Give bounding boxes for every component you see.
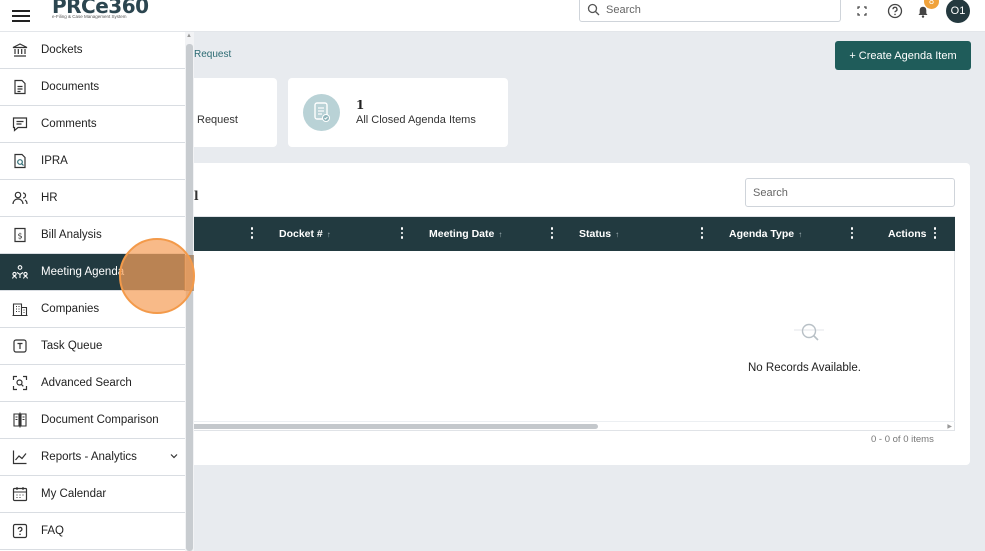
sidebar-item-label: Documents: [41, 81, 100, 93]
pager-info: 0 - 0 of 0 items: [871, 434, 934, 445]
sidebar-item-task-queue[interactable]: Task Queue: [0, 328, 185, 365]
sidebar-item-dockets[interactable]: Dockets: [0, 32, 185, 69]
column-menu-icon[interactable]: [933, 227, 937, 241]
file-search-icon: [14, 153, 26, 169]
compare-icon: [13, 412, 27, 428]
summary-card-closed[interactable]: 1 All Closed Agenda Items: [288, 78, 508, 147]
summary-card-label: All Closed Agenda Items: [356, 114, 476, 126]
help-icon[interactable]: [886, 2, 904, 20]
sidebar-item-label: Reports - Analytics: [41, 451, 137, 463]
sidebar-item-reports-analytics[interactable]: Reports - Analytics: [0, 439, 185, 476]
logo-tagline: e-Filing & Case Management System: [52, 14, 127, 19]
grid-header: Docket # ↑ Meeting Date ↑ Status ↑ Agenda T…: [191, 217, 955, 251]
sidebar-item-label: Dockets: [41, 44, 83, 56]
sidebar-item-label: HR: [41, 192, 58, 204]
sidebar-item-ipra[interactable]: IPRA: [0, 143, 185, 180]
comment-icon: [12, 117, 28, 132]
column-menu-icon[interactable]: [700, 227, 704, 241]
bill-icon: $: [14, 227, 26, 243]
sidebar-item-label: Companies: [41, 303, 100, 315]
bank-icon: [12, 43, 28, 57]
fullscreen-icon[interactable]: [853, 2, 871, 20]
breadcrumb[interactable]: Request: [194, 49, 231, 60]
scroll-up-arrow-icon[interactable]: ▲: [186, 33, 192, 39]
column-header-docket[interactable]: Docket # ↑: [279, 217, 331, 251]
scrollbar-thumb[interactable]: [190, 424, 598, 429]
column-header-meeting-date[interactable]: Meeting Date ↑: [429, 217, 502, 251]
sidebar-item-label: Bill Analysis: [41, 229, 102, 241]
panel-title: l: [194, 189, 199, 203]
top-header: PRCe360 e-Filing & Case Management Syste…: [0, 0, 985, 32]
app-logo[interactable]: PRCe360 e-Filing & Case Management Syste…: [52, 0, 149, 22]
column-header-agenda-type[interactable]: Agenda Type ↑: [729, 217, 802, 251]
click-indicator: [119, 238, 195, 314]
sidebar-item-document-comparison[interactable]: Document Comparison: [0, 402, 185, 439]
sidebar-item-advanced-search[interactable]: Advanced Search: [0, 365, 185, 402]
create-agenda-item-button[interactable]: + Create Agenda Item: [835, 41, 971, 70]
chart-icon: [12, 450, 27, 465]
agenda-grid: Docket # ↑ Meeting Date ↑ Status ↑ Agenda T…: [190, 216, 955, 431]
users-icon: [12, 191, 28, 205]
sidebar-item-comments[interactable]: Comments: [0, 106, 185, 143]
search-icon: [587, 3, 600, 16]
sidebar-item-label: Advanced Search: [41, 377, 132, 389]
meeting-icon: [11, 265, 29, 279]
menu-icon[interactable]: [12, 7, 30, 23]
sidebar-item-documents[interactable]: Documents: [0, 69, 185, 106]
column-header-actions[interactable]: Actions: [888, 217, 927, 251]
sidebar-item-label: My Calendar: [41, 488, 107, 500]
column-menu-icon[interactable]: [550, 227, 554, 241]
building-icon: [12, 303, 28, 317]
sidebar-item-label: FAQ: [41, 525, 65, 537]
column-menu-icon[interactable]: [400, 227, 404, 241]
sidebar-item-label: Task Queue: [41, 340, 103, 352]
global-search-input[interactable]: [606, 2, 826, 18]
sidebar-item-hr[interactable]: HR: [0, 180, 185, 217]
card-icon-circle: [303, 94, 340, 131]
scan-search-icon: [12, 375, 28, 391]
column-menu-icon[interactable]: [850, 227, 854, 241]
sidebar-item-faq[interactable]: FAQ: [0, 513, 185, 550]
sidebar-item-label: Meeting Agenda: [41, 266, 125, 278]
user-avatar[interactable]: O1: [946, 0, 970, 23]
document-icon: [14, 79, 26, 95]
sidebar-item-my-calendar[interactable]: My Calendar: [0, 476, 185, 513]
sidebar-item-label: IPRA: [41, 155, 68, 167]
notification-badge: 8: [924, 0, 939, 9]
svg-text:$: $: [17, 232, 22, 241]
summary-card-count: 1: [356, 98, 365, 112]
column-menu-icon[interactable]: [250, 227, 254, 241]
grid-horizontal-scrollbar[interactable]: ▶: [190, 421, 955, 430]
calendar-icon: [12, 487, 28, 502]
empty-state-text: No Records Available.: [748, 362, 861, 374]
faq-icon: [12, 523, 28, 539]
global-search: [579, 0, 841, 22]
chevron-down-icon[interactable]: [169, 451, 179, 461]
task-icon: [13, 339, 27, 353]
sidebar-item-label: Comments: [41, 118, 97, 130]
column-header-status[interactable]: Status ↑: [579, 217, 619, 251]
sidebar-item-label: Document Comparison: [41, 414, 159, 426]
summary-card-label: Request: [197, 114, 238, 126]
grid-search-input[interactable]: [745, 178, 955, 207]
no-records-icon: [794, 323, 824, 341]
scroll-right-arrow-icon[interactable]: ▶: [947, 423, 952, 430]
clipboard-check-icon: [314, 102, 330, 122]
